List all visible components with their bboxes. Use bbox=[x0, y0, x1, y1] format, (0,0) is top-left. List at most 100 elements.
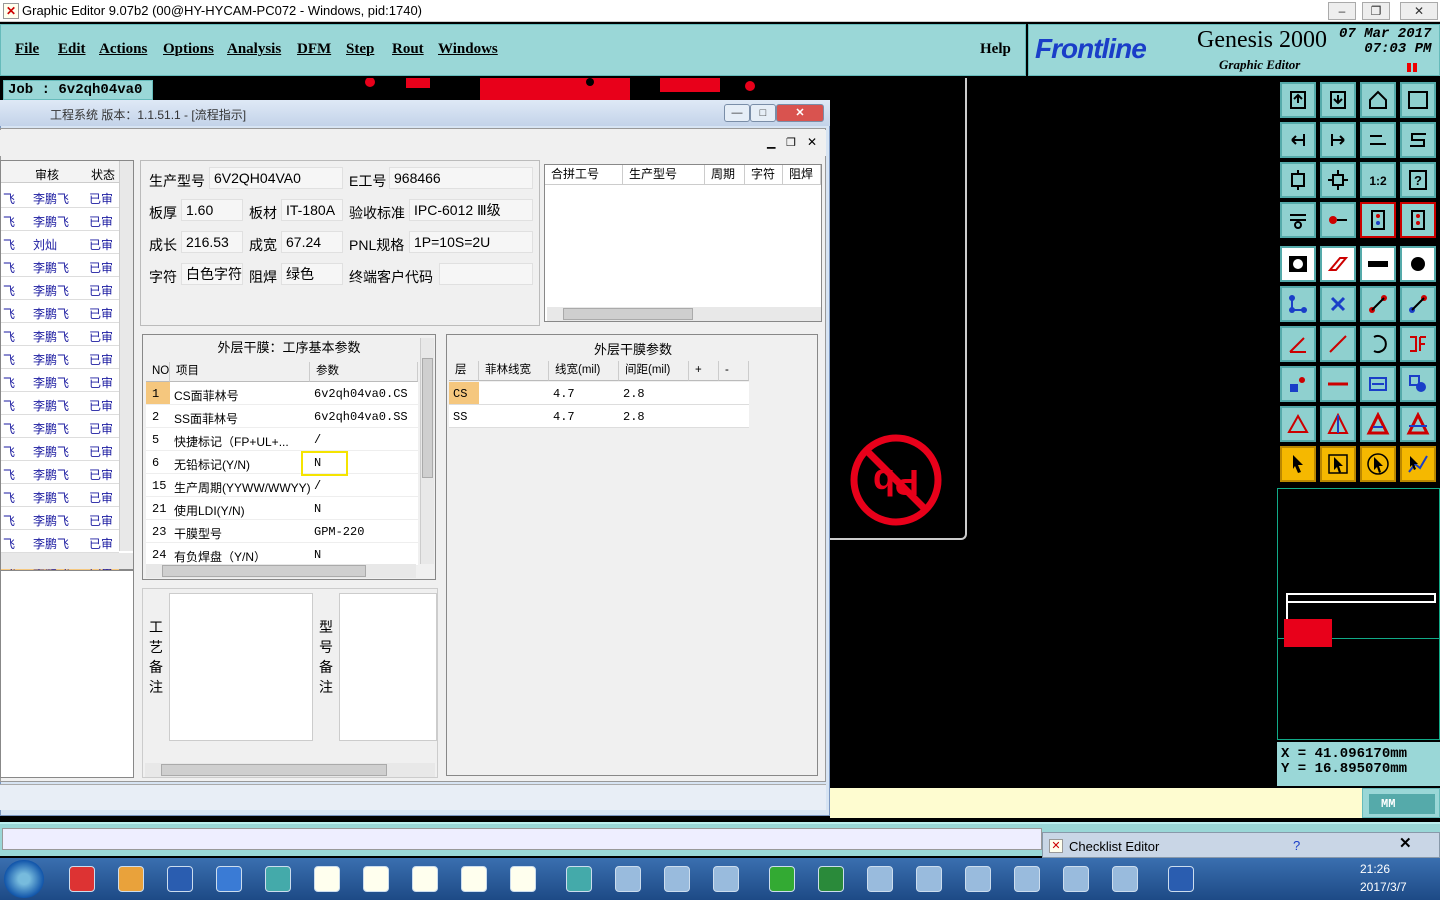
graphic-editor-icon[interactable] bbox=[503, 862, 543, 896]
menu-windows[interactable]: Windows bbox=[438, 41, 498, 58]
child-close-button[interactable]: ✕ bbox=[807, 135, 817, 149]
pan-right-icon[interactable] bbox=[1320, 122, 1356, 158]
job-list-scrollbar[interactable] bbox=[119, 161, 133, 551]
home-view-icon[interactable] bbox=[1360, 82, 1396, 118]
film-row[interactable]: SS 4.7 2.8 bbox=[449, 405, 749, 428]
table-row[interactable]: 23 干膜型号 GPM-220 bbox=[146, 520, 418, 543]
excel-icon[interactable] bbox=[811, 862, 851, 896]
p-app-icon[interactable] bbox=[762, 862, 802, 896]
list-item[interactable]: 飞李鹏飞已审 bbox=[1, 438, 119, 461]
child-minimize-button[interactable]: ▁ bbox=[767, 136, 775, 149]
thickness-field[interactable]: 1.60 bbox=[181, 199, 243, 221]
select-circle-icon[interactable] bbox=[1360, 446, 1396, 482]
units-toggle[interactable]: MM bbox=[1369, 794, 1435, 814]
connect-2-icon[interactable] bbox=[1400, 286, 1436, 322]
checklist-editor-window[interactable]: ✕ Checklist Editor ? ✕ bbox=[1042, 832, 1440, 858]
char-field[interactable]: 白色字符 bbox=[181, 263, 243, 285]
settings-icon[interactable] bbox=[1280, 202, 1316, 238]
fit-vertical-icon[interactable] bbox=[1280, 162, 1316, 198]
layer-toggle-icon[interactable] bbox=[1360, 202, 1396, 238]
menu-step[interactable]: Step bbox=[346, 41, 374, 58]
params-vscrollbar[interactable] bbox=[420, 338, 434, 564]
zoom-out-icon[interactable] bbox=[1320, 82, 1356, 118]
line-icon[interactable] bbox=[1320, 326, 1356, 362]
select-path-icon[interactable] bbox=[1400, 446, 1436, 482]
delete-icon[interactable] bbox=[1320, 286, 1356, 322]
job-list-hscrollbar[interactable] bbox=[1, 553, 133, 569]
minimize-button[interactable]: – bbox=[1328, 2, 1356, 20]
pan-left-icon[interactable] bbox=[1280, 122, 1316, 158]
length-field[interactable]: 216.53 bbox=[181, 231, 243, 253]
graphic-editor-icon[interactable] bbox=[454, 862, 494, 896]
triangle-4-icon[interactable] bbox=[1400, 406, 1436, 442]
app-g-icon[interactable] bbox=[62, 862, 102, 896]
row-param[interactable]: / bbox=[314, 433, 321, 447]
fit-all-icon[interactable] bbox=[1320, 162, 1356, 198]
table-row[interactable]: 6 无铅标记(Y/N) N bbox=[146, 451, 418, 474]
help-icon[interactable]: ? bbox=[1400, 162, 1436, 198]
swap-icon[interactable] bbox=[1360, 122, 1396, 158]
folder-icon[interactable] bbox=[958, 862, 998, 896]
command-input[interactable] bbox=[2, 828, 1042, 850]
table-row[interactable]: 24 有负焊盘（Y/N） N bbox=[146, 543, 418, 566]
ruler-icon[interactable] bbox=[1360, 246, 1396, 282]
row-param[interactable]: 6v2qh04va0.CS bbox=[314, 387, 408, 401]
table-row[interactable]: 2 SS面菲林号 6v2qh04va0.SS bbox=[146, 405, 418, 428]
flip-icon[interactable] bbox=[1400, 326, 1436, 362]
standard-field[interactable]: IPC-6012 Ⅲ级 bbox=[409, 199, 533, 221]
mini-map[interactable] bbox=[1277, 488, 1440, 740]
model-notes-input[interactable] bbox=[339, 593, 437, 741]
eno-field[interactable]: 968466 bbox=[389, 167, 533, 189]
film-row[interactable]: CS 4.7 2.8 bbox=[449, 382, 749, 405]
folder-icon[interactable] bbox=[1007, 862, 1047, 896]
params-hscrollbar[interactable] bbox=[146, 564, 416, 578]
word-icon[interactable] bbox=[209, 862, 249, 896]
pointer-icon[interactable] bbox=[1280, 446, 1316, 482]
dialog-maximize-button[interactable]: □ bbox=[750, 104, 776, 122]
dialog-minimize-button[interactable]: — bbox=[724, 104, 750, 122]
graphic-editor-icon[interactable] bbox=[405, 862, 445, 896]
layer-toggle-2-icon[interactable] bbox=[1400, 202, 1436, 238]
viewer-2-icon[interactable] bbox=[559, 862, 599, 896]
connect-icon[interactable] bbox=[1360, 286, 1396, 322]
scale-1-2-icon[interactable]: 1:2 bbox=[1360, 162, 1396, 198]
table-row[interactable]: 21 使用LDI(Y/N) N bbox=[146, 497, 418, 520]
redraw-icon[interactable] bbox=[1400, 122, 1436, 158]
folder-icon[interactable] bbox=[909, 862, 949, 896]
combined-jobs-hscrollbar[interactable] bbox=[547, 307, 821, 321]
list-item[interactable]: 飞李鹏飞已审 bbox=[1, 300, 119, 323]
menu-edit[interactable]: Edit bbox=[58, 41, 86, 58]
row-param[interactable]: GPM-220 bbox=[314, 525, 364, 539]
table-row[interactable]: 1 CS面菲林号 6v2qh04va0.CS bbox=[146, 382, 418, 405]
shell-icon[interactable] bbox=[111, 862, 151, 896]
task-icon[interactable] bbox=[657, 862, 697, 896]
film-spacing[interactable]: 2.8 bbox=[623, 387, 645, 401]
arc-icon[interactable] bbox=[1360, 326, 1396, 362]
graphic-editor-icon[interactable] bbox=[307, 862, 347, 896]
customer-code-field[interactable] bbox=[439, 263, 533, 285]
menu-rout[interactable]: Rout bbox=[392, 41, 424, 58]
model-field[interactable]: 6V2QH04VA0 bbox=[209, 167, 343, 189]
table-row[interactable]: 15 生产周期(YYWW/WWYY) / bbox=[146, 474, 418, 497]
triangle-3-icon[interactable] bbox=[1360, 406, 1396, 442]
split-icon[interactable] bbox=[1320, 366, 1356, 402]
material-field[interactable]: IT-180A bbox=[281, 199, 343, 221]
move-icon[interactable] bbox=[1280, 366, 1316, 402]
child-restore-button[interactable]: ❐ bbox=[786, 136, 796, 149]
save-icon[interactable] bbox=[160, 862, 200, 896]
close-button[interactable]: ✕ bbox=[1400, 2, 1438, 20]
menu-actions[interactable]: Actions bbox=[99, 41, 147, 58]
snapshot-icon[interactable] bbox=[1280, 246, 1316, 282]
job-field[interactable]: Job : 6v2qh04va0 bbox=[3, 80, 153, 100]
mask-field[interactable]: 绿色 bbox=[281, 263, 343, 285]
help-circle-icon[interactable]: ? bbox=[1293, 838, 1300, 853]
menu-options[interactable]: Options bbox=[163, 41, 214, 58]
menu-file[interactable]: File bbox=[15, 41, 39, 58]
group-icon[interactable] bbox=[1400, 366, 1436, 402]
viewer-icon[interactable] bbox=[258, 862, 298, 896]
key-icon[interactable] bbox=[1320, 202, 1356, 238]
row-param[interactable]: N bbox=[314, 502, 321, 516]
checklist-close-button[interactable]: ✕ bbox=[1399, 834, 1412, 852]
pad-icon[interactable] bbox=[1400, 246, 1436, 282]
triangle-icon[interactable] bbox=[1280, 406, 1316, 442]
